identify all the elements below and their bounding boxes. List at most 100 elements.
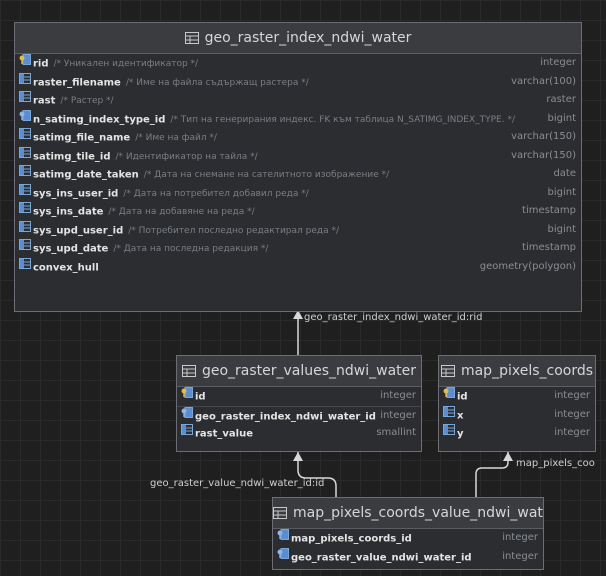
column-name: satimg_date_taken [33, 169, 139, 181]
column-comment: /* Дата на последна редакция */ [113, 244, 269, 255]
column-row-satimg-file-name[interactable]: satimg_file_name /* Име на файл */ varchar… [15, 128, 581, 147]
column-icon [19, 165, 33, 184]
column-row-sys-upd-date[interactable]: sys_upd_date /* Дата на последна редакция… [15, 239, 581, 258]
column-comment: /* Потребител последно редактирал реда *… [128, 225, 340, 236]
column-comment: /* Име на файл */ [135, 133, 217, 144]
column-row-id[interactable]: id integer [177, 387, 421, 406]
column-row-rid[interactable]: rid /* Уникален идентификатор */ integer [15, 54, 581, 73]
column-name: satimg_file_name [33, 132, 131, 144]
column-type: raster [546, 94, 576, 105]
column-name: id [195, 391, 206, 403]
column-name: rid [33, 58, 49, 70]
table-title: geo_raster_values_ndwi_water [201, 363, 417, 379]
column-type: date [553, 168, 576, 179]
column-icon [19, 257, 33, 277]
column-row-convex-hull[interactable]: convex_hull geometry(polygon) [15, 257, 581, 277]
column-icon [19, 91, 33, 110]
column-name: rast [33, 95, 56, 107]
column-icon [19, 239, 33, 258]
column-name: sys_ins_user_id [33, 187, 119, 199]
table-title: map_pixels_coords_value_ndwi_water [293, 505, 543, 521]
column-type: timestamp [522, 242, 576, 253]
column-comment: /* Дата на потребител добавил реда */ [123, 188, 309, 199]
table-map-pixels-coords[interactable]: map_pixels_coords id integer x integer y integ… [438, 355, 596, 452]
column-type: geometry(polygon) [479, 260, 576, 272]
column-comment: /* Уникален идентификатор */ [53, 59, 199, 70]
column-row-sys-upd-user-id[interactable]: sys_upd_user_id /* Потребител последно ре… [15, 220, 581, 240]
column-row-id[interactable]: id integer [439, 387, 595, 406]
column-type: bigint [547, 112, 576, 124]
column-row-raster-filename[interactable]: raster_filename /* Име на файла съдържащ … [15, 72, 581, 92]
values-relation-label: geo_raster_value_ndwi_water_id:id [150, 478, 325, 489]
table-title: map_pixels_coords [460, 363, 594, 379]
table-icon [273, 500, 287, 528]
column-row-geo-raster-index-ndwi-water-id[interactable]: geo_raster_index_ndwi_water_id integer [177, 405, 421, 425]
column-icon [19, 146, 33, 166]
table-header[interactable]: geo_raster_values_ndwi_water [177, 356, 421, 387]
column-type: smallint [376, 427, 416, 438]
column-icon [19, 202, 33, 221]
column-type: varchar(150) [511, 149, 576, 161]
table-geo-raster-values-ndwi-water[interactable]: geo_raster_values_ndwi_water id integer geo… [176, 355, 422, 452]
index-relation-label: geo_raster_index_ndwi_water_id:rid [304, 312, 483, 323]
table-icon [184, 25, 199, 53]
column-icon [19, 220, 33, 240]
column-type: bigint [547, 186, 576, 198]
column-name: satimg_tile_id [33, 150, 111, 162]
column-row-x[interactable]: x integer [439, 405, 595, 425]
foreign-key-icon [181, 406, 195, 425]
column-row-satimg-date-taken[interactable]: satimg_date_taken /* Дата на снемане на с… [15, 165, 581, 184]
column-name: sys_upd_date [33, 243, 109, 255]
pixels-relation-arrow [503, 452, 513, 461]
column-row-sys-ins-date[interactable]: sys_ins_date /* Дата на добавяне на реда … [15, 202, 581, 221]
column-name: rast_value [195, 428, 254, 440]
column-row-n-satimg-index-type-id[interactable]: n_satimg_index_type_id /* Тип на генерира… [15, 109, 581, 129]
column-type: integer [502, 550, 538, 562]
values-relation-arrow [293, 452, 303, 461]
column-row-sys-ins-user-id[interactable]: sys_ins_user_id /* Дата на потребител доб… [15, 183, 581, 203]
table-header[interactable]: geo_raster_index_ndwi_water [15, 23, 581, 54]
column-name: geo_raster_index_ndwi_water_id [195, 410, 376, 422]
column-icon [181, 424, 195, 443]
column-type: integer [540, 57, 576, 68]
column-type: timestamp [522, 205, 576, 216]
column-type: integer [554, 390, 590, 401]
column-name: map_pixels_coords_id [291, 533, 412, 545]
table-map-pixels-coords-value-ndwi-water[interactable]: map_pixels_coords_value_ndwi_water map_pi… [272, 497, 544, 570]
column-icon [19, 72, 33, 92]
table-header[interactable]: map_pixels_coords_value_ndwi_water [273, 498, 543, 529]
table-geo-raster-index-ndwi-water[interactable]: geo_raster_index_ndwi_waterrid /* Уникале… [14, 22, 582, 312]
column-row-rast-value[interactable]: rast_value smallint [177, 424, 421, 443]
table-icon [181, 358, 196, 386]
table-icon [440, 358, 455, 386]
column-name: convex_hull [33, 261, 99, 273]
column-type: integer [380, 390, 416, 401]
values-relation-line [297, 452, 337, 497]
column-comment: /* Растер */ [60, 96, 114, 107]
column-type: varchar(100) [511, 75, 576, 87]
column-row-map-pixels-coords-id[interactable]: map_pixels_coords_id integer [273, 529, 543, 548]
column-comment: /* Дата на добавяне на реда */ [108, 207, 255, 218]
column-type: integer [554, 408, 590, 420]
column-comment: /* Тип на генерирания индекс. FK към таб… [170, 114, 515, 125]
column-comment: /* Дата на снемане на сателитното изобра… [143, 170, 390, 181]
column-type: bigint [547, 223, 576, 235]
column-type: integer [554, 427, 590, 438]
column-row-satimg-tile-id[interactable]: satimg_tile_id /* Идентификатор на тайла … [15, 146, 581, 166]
column-name: geo_raster_value_ndwi_water_id [291, 551, 472, 563]
column-name: sys_upd_user_id [33, 224, 124, 236]
column-icon [19, 183, 33, 203]
column-type: integer [380, 409, 416, 421]
pixels-relation-line [475, 452, 509, 497]
primary-key-icon [443, 387, 457, 406]
column-name: y [457, 428, 464, 440]
column-row-geo-raster-value-ndwi-water-id[interactable]: geo_raster_value_ndwi_water_id integer [273, 547, 543, 567]
column-icon [443, 405, 457, 425]
column-icon [19, 128, 33, 147]
column-name: raster_filename [33, 76, 121, 88]
table-header[interactable]: map_pixels_coords [439, 356, 595, 387]
column-row-rast[interactable]: rast /* Растер */ raster [15, 91, 581, 110]
column-row-y[interactable]: y integer [439, 424, 595, 443]
column-name: x [457, 409, 464, 421]
foreign-key-icon [19, 109, 33, 129]
